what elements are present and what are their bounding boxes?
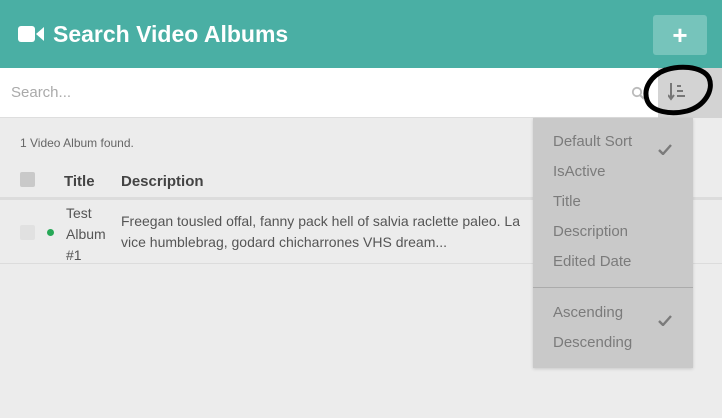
video-camera-icon xyxy=(18,26,44,42)
album-title[interactable]: Test Album #1 xyxy=(66,203,116,266)
album-description-line-2: vice humblebrag, godard chicharrones VHS… xyxy=(121,234,448,250)
select-all-checkbox[interactable] xyxy=(20,172,35,187)
results-count: 1 Video Album found. xyxy=(20,136,134,150)
column-header-title[interactable]: Title xyxy=(64,173,95,190)
sort-order-descending[interactable]: Descending xyxy=(533,329,693,359)
sort-option-label: IsActive xyxy=(553,163,606,180)
add-album-button[interactable]: + xyxy=(653,15,707,55)
page-title: Search Video Albums xyxy=(53,21,289,47)
sort-menu-divider xyxy=(533,287,693,288)
row-checkbox[interactable] xyxy=(20,225,35,240)
sort-option-description[interactable]: Description xyxy=(533,218,693,248)
sort-option-label: Title xyxy=(553,193,581,210)
sort-option-label: Description xyxy=(553,223,629,240)
sort-order-label: Descending xyxy=(553,334,633,351)
sort-dropdown-menu: Default Sort IsActive Title Description … xyxy=(533,118,693,368)
sort-option-edited-date[interactable]: Edited Date xyxy=(533,248,693,278)
sort-option-isactive[interactable]: IsActive xyxy=(533,158,693,188)
album-description-line-1: Freegan tousled offal, fanny pack hell o… xyxy=(121,213,520,229)
column-header-description[interactable]: Description xyxy=(121,173,204,190)
app-header: Search Video Albums + xyxy=(0,0,722,68)
search-input[interactable] xyxy=(0,68,620,117)
add-button-label: + xyxy=(672,20,688,50)
sort-order-ascending[interactable]: Ascending xyxy=(533,299,693,329)
active-status-dot xyxy=(47,229,54,236)
sort-button[interactable] xyxy=(658,68,722,118)
sort-order-label: Ascending xyxy=(553,304,624,321)
checkmark-icon xyxy=(658,315,672,326)
sort-option-default[interactable]: Default Sort xyxy=(533,128,693,158)
sort-icon xyxy=(668,83,685,101)
checkmark-icon xyxy=(658,144,672,155)
sort-option-title[interactable]: Title xyxy=(533,188,693,218)
sort-option-label: Default Sort xyxy=(553,133,633,150)
album-description: Freegan tousled offal, fanny pack hell o… xyxy=(121,211,551,253)
search-icon[interactable] xyxy=(631,86,645,100)
sort-option-label: Edited Date xyxy=(553,253,632,270)
search-bar xyxy=(0,68,658,118)
